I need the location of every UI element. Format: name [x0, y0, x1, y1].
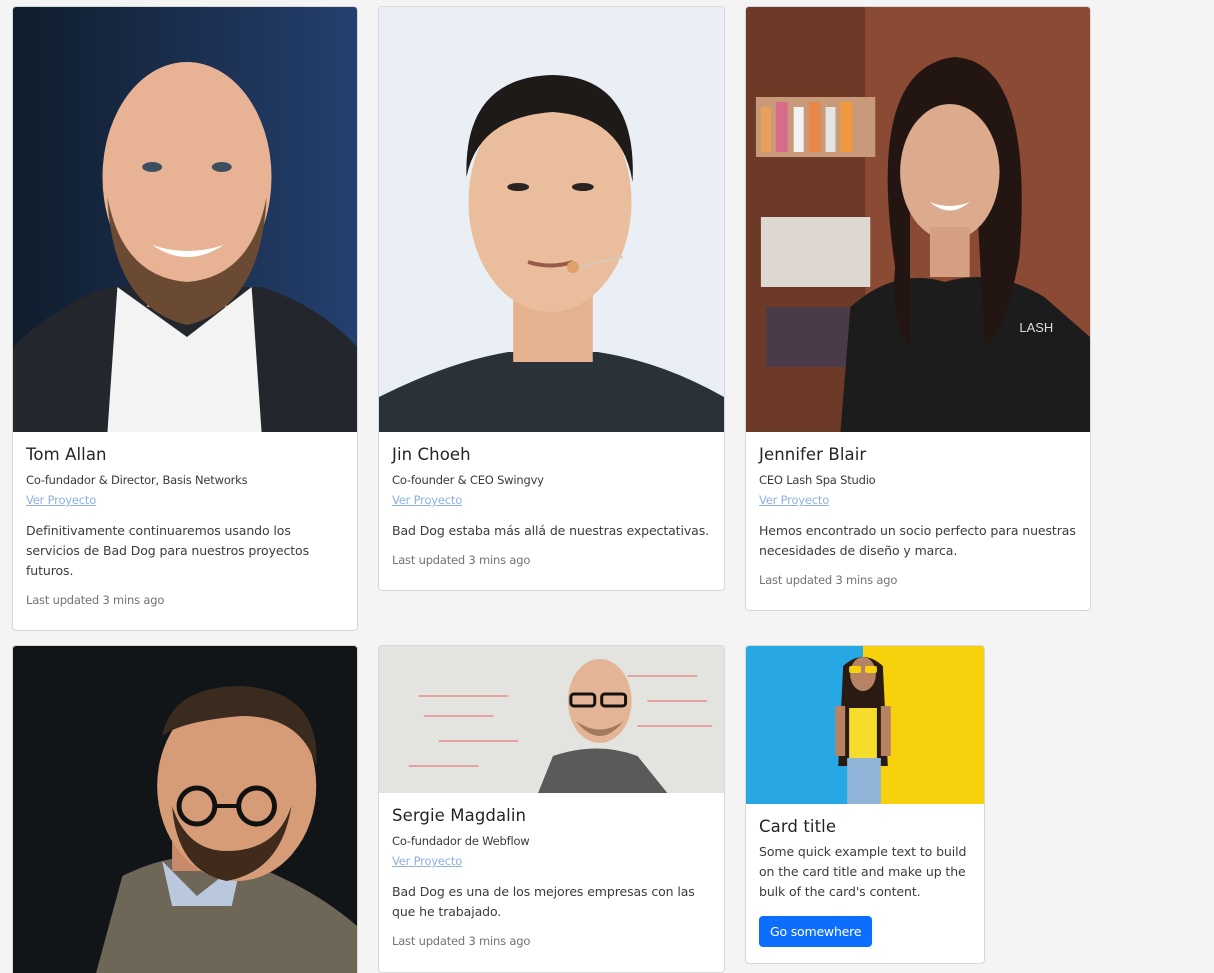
card-title: Jin Choeh — [392, 445, 471, 464]
example-card: Card title Some quick example text to bu… — [745, 645, 985, 964]
card-title: Card title — [759, 817, 837, 836]
card-subtitle: Co-founder & CEO Swingvy — [392, 473, 544, 487]
card-title: Sergie Magdalin — [392, 806, 527, 825]
last-updated: Last updated 3 mins ago — [759, 573, 898, 587]
testimonial-card-sergie-magdalin: Sergie Magdalin Co-fundador de Webflow V… — [378, 645, 725, 973]
ver-proyecto-link[interactable]: Ver Proyecto — [392, 493, 711, 507]
testimonial-card-jin-choeh: Jin Choeh Co-founder & CEO Swingvy Ver P… — [378, 6, 725, 591]
testimonial-card-jennifer-blair: LASH Jennifer Blair CEO Lash Spa Studio … — [745, 6, 1091, 611]
photo-man-glasses — [13, 646, 357, 973]
card-text: Hemos encontrado un socio perfecto para … — [759, 523, 1076, 558]
last-updated: Last updated 3 mins ago — [392, 553, 531, 567]
photo-sergie-magdalin — [379, 646, 724, 793]
photo-jennifer-blair: LASH — [746, 7, 1090, 432]
photo-tom-allan — [13, 7, 357, 432]
ver-proyecto-link[interactable]: Ver Proyecto — [392, 854, 711, 868]
photo-woman-yellow-wall — [746, 646, 984, 804]
ver-proyecto-link[interactable]: Ver Proyecto — [26, 493, 344, 507]
card-subtitle: CEO Lash Spa Studio — [759, 473, 876, 487]
photo-jin-choeh — [379, 7, 724, 432]
card-subtitle: Co-fundador & Director, Basis Networks — [26, 473, 248, 487]
card-text: Some quick example text to build on the … — [759, 844, 967, 899]
last-updated: Last updated 3 mins ago — [392, 934, 531, 948]
card-title: Tom Allan — [26, 445, 107, 464]
ver-proyecto-link[interactable]: Ver Proyecto — [759, 493, 1077, 507]
card-text: Bad Dog estaba más allá de nuestras expe… — [392, 523, 709, 538]
testimonial-card-tom-allan: Tom Allan Co-fundador & Director, Basis … — [12, 6, 358, 631]
card-subtitle: Co-fundador de Webflow — [392, 834, 530, 848]
card-text: Definitivamente continuaremos usando los… — [26, 523, 309, 578]
svg-text:LASH: LASH — [1019, 320, 1053, 335]
card-title: Jennifer Blair — [759, 445, 867, 464]
card-text: Bad Dog es una de los mejores empresas c… — [392, 884, 695, 919]
last-updated: Last updated 3 mins ago — [26, 593, 165, 607]
go-somewhere-button[interactable]: Go somewhere — [759, 916, 873, 947]
testimonial-card-photo — [12, 645, 358, 973]
